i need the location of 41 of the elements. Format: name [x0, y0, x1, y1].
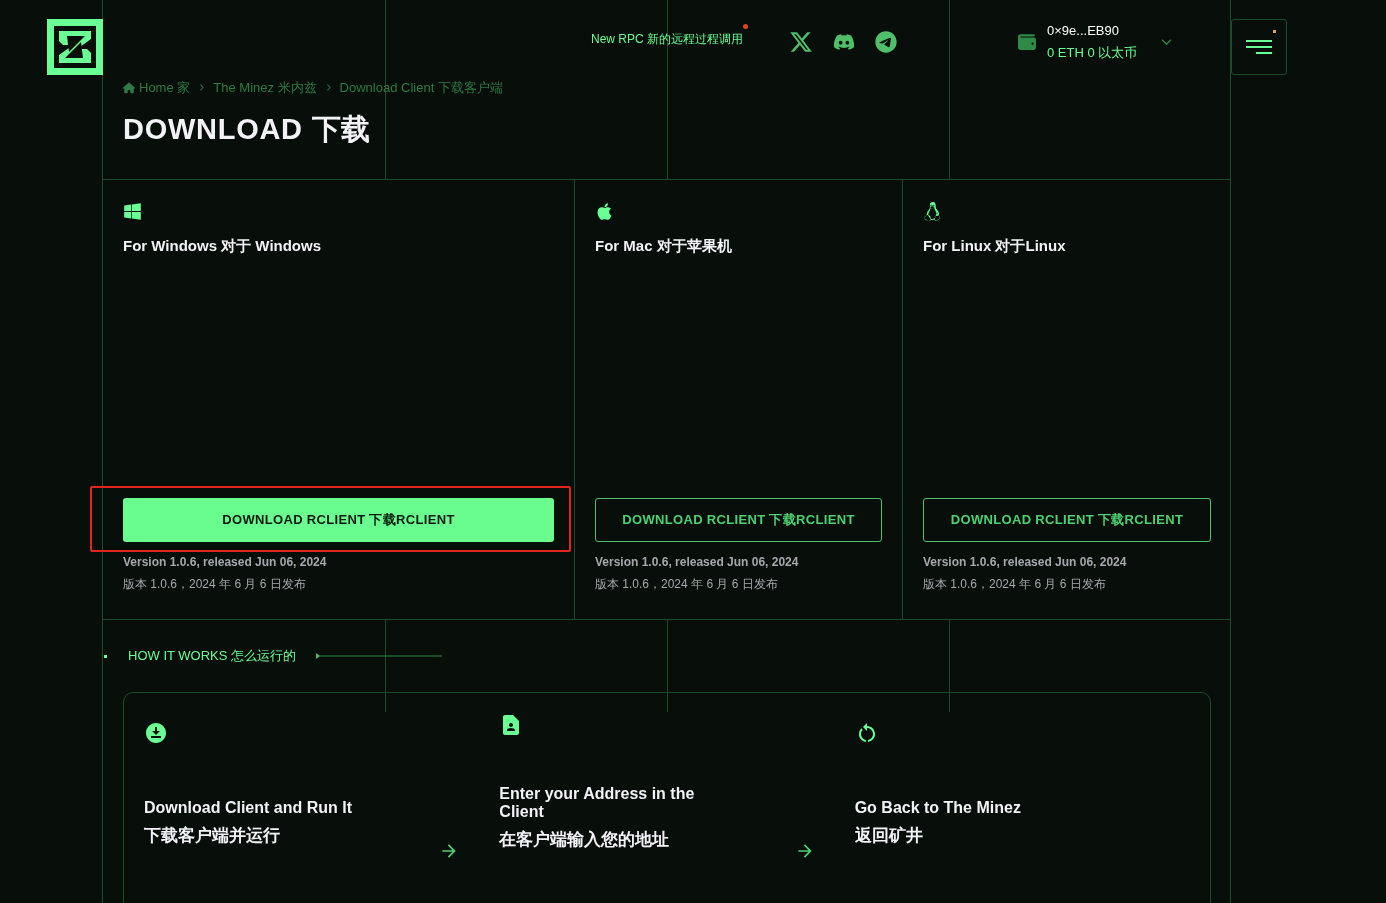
version-text: 版本 1.0.6，2024 年 6 月 6 日发布	[123, 576, 307, 593]
step-title: 下载客户端并运行	[144, 825, 281, 847]
mac-logo-icon	[595, 202, 614, 221]
rpc-notice[interactable]: New RPC 新的远程过程调用	[591, 32, 743, 46]
wallet-icon	[1017, 32, 1037, 51]
menu-icon	[1246, 40, 1272, 54]
breadcrumb-link[interactable]: Home 家	[123, 78, 191, 98]
section-label: HOW IT WORKS 怎么运行的	[128, 647, 297, 666]
linux-logo-icon	[923, 202, 942, 221]
download-button[interactable]: DOWNLOAD RCLIENT 下载RCLIENT	[123, 498, 554, 542]
version-text: 版本 1.0.6，2024 年 6 月 6 日发布	[923, 576, 1107, 593]
wallet-balance: 0 ETH 0 以太币	[1047, 43, 1138, 62]
chevron-right-icon	[324, 84, 332, 92]
paper-plane-icon[interactable]	[875, 30, 897, 53]
breadcrumb-link[interactable]: Download Client 下载客户端	[339, 78, 503, 98]
page-title: DOWNLOAD 下载	[123, 111, 371, 147]
platform-title: For Windows 对于 Windows	[123, 236, 323, 256]
version-text: 版本 1.0.6，2024 年 6 月 6 日发布	[595, 576, 779, 593]
version-text: Version 1.0.6, released Jun 06, 2024	[123, 554, 328, 571]
platform-title: For Mac 对于苹果机	[595, 236, 733, 256]
arrow-line-icon	[316, 653, 443, 659]
download-button[interactable]: DOWNLOAD RCLIENT 下载RCLIENT	[923, 498, 1211, 542]
chevron-right-icon	[198, 84, 206, 92]
step-title: Go Back to The Minez	[854, 799, 1022, 817]
x-logo-icon[interactable]	[789, 29, 813, 54]
download-step-icon	[144, 721, 168, 745]
windows-logo-icon	[123, 202, 142, 221]
menu-button[interactable]	[1231, 19, 1287, 75]
logo-icon[interactable]	[47, 19, 103, 75]
step-title: Enter your Address in the Client	[499, 785, 696, 821]
step-title: Download Client and Run It	[144, 799, 353, 817]
step-title: 返回矿井	[854, 825, 924, 847]
step-title: 在客户端输入您的地址	[499, 829, 671, 851]
breadcrumb-link[interactable]: The Minez 米内兹	[213, 78, 317, 98]
home-icon	[123, 81, 135, 94]
version-text: Version 1.0.6, released Jun 06, 2024	[923, 554, 1128, 571]
download-button[interactable]: DOWNLOAD RCLIENT 下载RCLIENT	[595, 498, 882, 542]
wallet-address: 0×9e...EB90	[1047, 21, 1120, 40]
chevron-down-icon[interactable]	[1161, 36, 1173, 47]
version-text: Version 1.0.6, released Jun 06, 2024	[595, 554, 800, 571]
platform-title: For Linux 对于Linux	[923, 236, 1067, 256]
